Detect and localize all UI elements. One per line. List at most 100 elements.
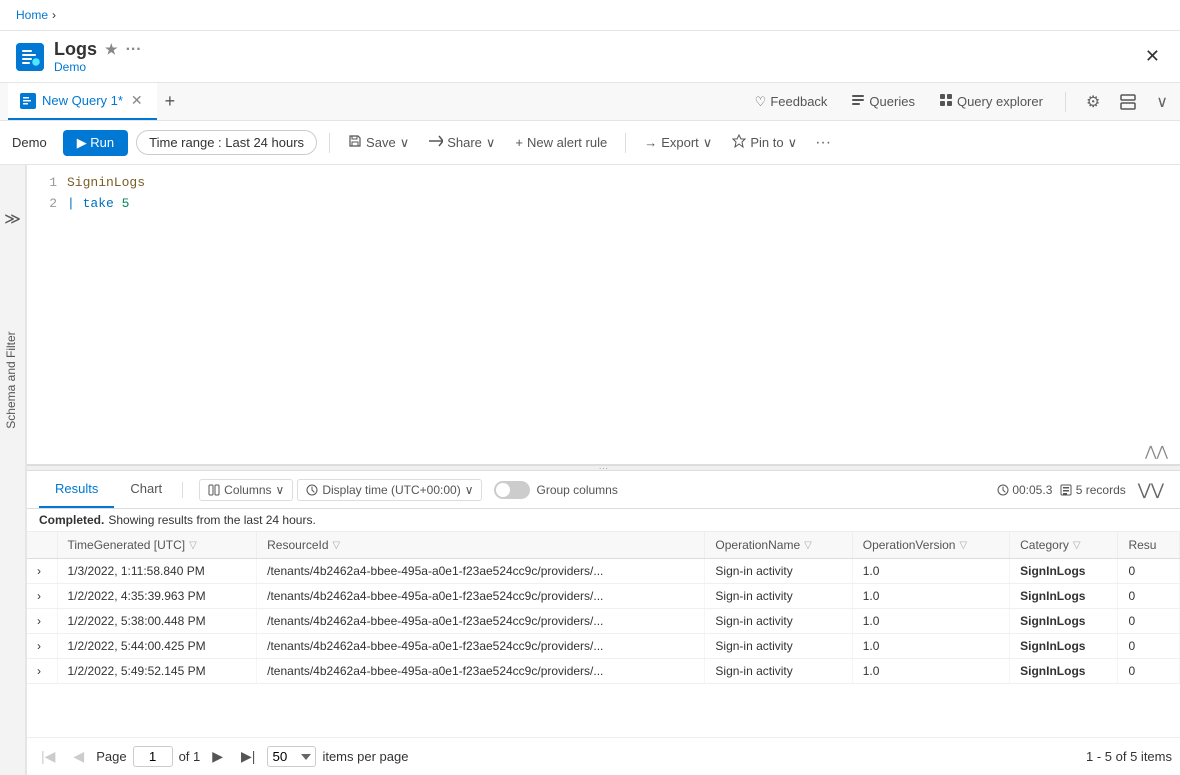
workspace-label: Demo <box>12 135 47 150</box>
clock-icon <box>306 484 318 496</box>
queries-icon <box>851 93 865 110</box>
breadcrumb: Home › <box>0 0 1180 31</box>
results-panel: Results Chart Columns ∨ Display time (UT… <box>27 471 1180 775</box>
table-row[interactable]: › 1/2/2022, 5:49:52.145 PM /tenants/4b24… <box>27 659 1180 684</box>
col-time-generated[interactable]: TimeGenerated [UTC] ▽ <box>57 532 257 559</box>
col-operation-name[interactable]: OperationName ▽ <box>705 532 852 559</box>
run-button[interactable]: ▶ Run <box>63 130 128 156</box>
next-page-button[interactable]: ▶ <box>206 746 229 767</box>
layout-button[interactable] <box>1116 90 1140 114</box>
collapse-editor-button[interactable]: ⋀⋀ <box>1145 443 1168 460</box>
row-resource-1: /tenants/4b2462a4-bbee-495a-a0e1-f23ae52… <box>257 584 705 609</box>
display-time-button[interactable]: Display time (UTC+00:00) ∨ <box>297 479 482 501</box>
col-resource-id[interactable]: ResourceId ▽ <box>257 532 705 559</box>
row-expand-3[interactable]: › <box>27 634 57 659</box>
last-page-button[interactable]: ▶| <box>235 746 261 767</box>
tab-label: New Query 1* <box>42 93 123 108</box>
group-toggle-switch[interactable] <box>494 481 530 499</box>
save-icon <box>348 134 362 151</box>
expand-results-button[interactable]: ⋁⋁ <box>1134 476 1168 504</box>
row-expand-1[interactable]: › <box>27 584 57 609</box>
status-bar: Completed. Showing results from the last… <box>27 509 1180 532</box>
tab-separator <box>1065 92 1066 112</box>
page-input[interactable] <box>133 746 173 767</box>
row-time-3: 1/2/2022, 5:44:00.425 PM <box>57 634 257 659</box>
group-columns-toggle[interactable]: Group columns <box>494 481 617 499</box>
sidebar-collapsed[interactable]: ≫ <box>0 165 26 775</box>
query-editor[interactable]: 1 2 SigninLogs | take 5 ⋀⋀ <box>27 165 1180 465</box>
row-category-2: SignInLogs <box>1010 609 1118 634</box>
pagination-summary: 1 - 5 of 5 items <box>1086 749 1172 764</box>
timer-display: 00:05.3 <box>997 483 1052 497</box>
prev-page-button[interactable]: ◀ <box>67 746 90 767</box>
share-icon <box>429 134 443 151</box>
layout-chevron[interactable]: ∨ <box>1152 88 1172 116</box>
row-operation-3: Sign-in activity <box>705 634 852 659</box>
tab-close-button[interactable]: ✕ <box>129 90 145 111</box>
result-tab-sep <box>182 482 183 498</box>
code-line-2: | take 5 <box>67 194 1180 215</box>
filter-icon-time[interactable]: ▽ <box>189 540 197 551</box>
first-page-button[interactable]: |◀ <box>35 746 61 767</box>
editor-area: 1 2 SigninLogs | take 5 ⋀⋀ ··· Results C… <box>27 165 1180 775</box>
tab-results[interactable]: Results <box>39 471 114 508</box>
table-row[interactable]: › 1/2/2022, 5:38:00.448 PM /tenants/4b24… <box>27 609 1180 634</box>
expand-col-header <box>27 532 57 559</box>
export-button[interactable]: → Export ∨ <box>638 131 718 155</box>
time-range-button[interactable]: Time range : Last 24 hours <box>136 130 317 155</box>
app-header: Logs ★ ··· Demo ✕ <box>0 31 1180 83</box>
filter-icon-resource[interactable]: ▽ <box>333 540 341 551</box>
alert-icon: + <box>515 135 523 150</box>
row-operation-4: Sign-in activity <box>705 659 852 684</box>
status-completed: Completed. <box>39 513 104 527</box>
row-result-1: 0 <box>1118 584 1180 609</box>
settings-button[interactable]: ⚙ <box>1082 88 1104 116</box>
row-result-0: 0 <box>1118 559 1180 584</box>
favorite-icon[interactable]: ★ <box>105 41 118 58</box>
table-row[interactable]: › 1/2/2022, 4:35:39.963 PM /tenants/4b24… <box>27 584 1180 609</box>
new-alert-rule-button[interactable]: + New alert rule <box>509 131 613 154</box>
filter-icon-version[interactable]: ▽ <box>959 540 967 551</box>
queries-button[interactable]: Queries <box>845 89 921 114</box>
row-result-4: 0 <box>1118 659 1180 684</box>
columns-button[interactable]: Columns ∨ <box>199 479 293 501</box>
code-editor-content[interactable]: SigninLogs | take 5 <box>67 173 1180 215</box>
col-result[interactable]: Resu <box>1118 532 1180 559</box>
col-operation-version[interactable]: OperationVersion ▽ <box>852 532 1009 559</box>
row-resource-0: /tenants/4b2462a4-bbee-495a-a0e1-f23ae52… <box>257 559 705 584</box>
pin-to-button[interactable]: Pin to ∨ <box>726 130 803 155</box>
table-row[interactable]: › 1/2/2022, 5:44:00.425 PM /tenants/4b24… <box>27 634 1180 659</box>
row-version-2: 1.0 <box>852 609 1009 634</box>
query-explorer-button[interactable]: Query explorer <box>933 89 1049 114</box>
filter-icon-operation[interactable]: ▽ <box>804 540 812 551</box>
breadcrumb-home[interactable]: Home <box>16 8 48 22</box>
row-expand-2[interactable]: › <box>27 609 57 634</box>
row-time-0: 1/3/2022, 1:11:58.840 PM <box>57 559 257 584</box>
row-version-0: 1.0 <box>852 559 1009 584</box>
header-row: TimeGenerated [UTC] ▽ ResourceId ▽ <box>27 532 1180 559</box>
feedback-button[interactable]: ♡ Feedback <box>749 90 834 114</box>
group-columns-label: Group columns <box>536 483 617 497</box>
app-title-group: Logs ★ ··· Demo <box>54 39 1141 74</box>
row-expand-0[interactable]: › <box>27 559 57 584</box>
row-expand-4[interactable]: › <box>27 659 57 684</box>
columns-chevron: ∨ <box>276 483 285 497</box>
share-button[interactable]: Share ∨ <box>423 130 501 155</box>
save-button[interactable]: Save ∨ <box>342 130 415 155</box>
more-options-icon[interactable]: ··· <box>126 41 142 59</box>
workspace-subtitle: Demo <box>54 60 1141 74</box>
tab-new-query-1[interactable]: New Query 1* ✕ <box>8 83 157 120</box>
row-category-1: SignInLogs <box>1010 584 1118 609</box>
close-button[interactable]: ✕ <box>1141 42 1164 71</box>
table-row[interactable]: › 1/3/2022, 1:11:58.840 PM /tenants/4b24… <box>27 559 1180 584</box>
breadcrumb-separator: › <box>52 8 56 22</box>
toolbar-more-button[interactable]: ··· <box>811 130 835 156</box>
col-category[interactable]: Category ▽ <box>1010 532 1118 559</box>
tab-chart[interactable]: Chart <box>114 471 178 508</box>
new-tab-button[interactable]: + <box>157 91 184 112</box>
row-version-4: 1.0 <box>852 659 1009 684</box>
query-explorer-icon <box>939 93 953 110</box>
filter-icon-category[interactable]: ▽ <box>1073 540 1081 551</box>
sidebar-expand-button[interactable]: ≫ <box>0 205 25 233</box>
per-page-select[interactable]: 50 100 200 <box>267 746 316 767</box>
